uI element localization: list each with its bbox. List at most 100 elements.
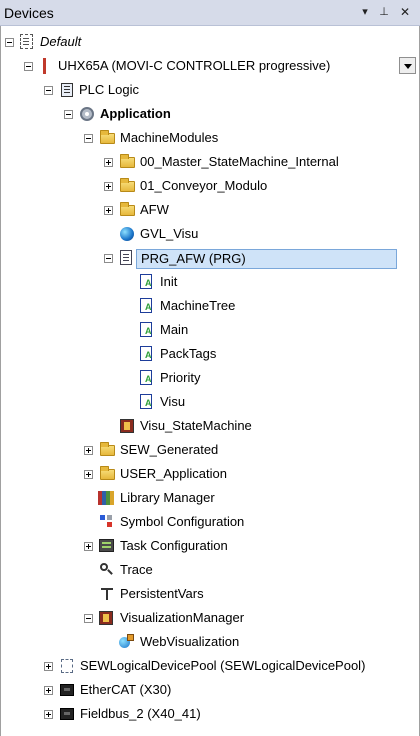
tree-node-label: MachineModules: [120, 130, 219, 145]
tree-node-label: Symbol Configuration: [120, 514, 245, 529]
tree-node-conveyor[interactable]: 01_Conveyor_Modulo: [0, 176, 400, 196]
folder-icon: [100, 130, 115, 144]
tree-node-label: Application: [100, 106, 171, 121]
tree-node-machine-tree[interactable]: MachineTree: [0, 296, 400, 316]
task-config-icon: [99, 539, 114, 552]
tree-node-main[interactable]: Main: [0, 320, 400, 340]
tree-node-label: Trace: [120, 562, 153, 577]
tree-node-label: PackTags: [160, 346, 217, 361]
visualization-manager-icon: [99, 611, 113, 625]
library-icon: [98, 491, 114, 505]
tree-node-plc-logic[interactable]: PLC Logic: [0, 80, 400, 100]
tree-node-label: EtherCAT (X30): [80, 682, 172, 697]
tree-node-visualization-manager[interactable]: VisualizationManager: [0, 608, 400, 628]
tree-node-label: WebVisualization: [140, 634, 240, 649]
tree-node-label: UHX65A (MOVI-C CONTROLLER progressive): [58, 58, 331, 73]
tree-node-pack-tags[interactable]: PackTags: [0, 344, 400, 364]
folder-icon: [120, 154, 135, 168]
dropdown-icon[interactable]: ▾: [358, 4, 372, 20]
collapse-icon[interactable]: [24, 62, 33, 71]
tree-node-symbol-configuration[interactable]: Symbol Configuration: [0, 512, 400, 532]
persistent-vars-icon: [100, 587, 114, 601]
action-icon: [140, 298, 152, 313]
tree-node-label: Main: [160, 322, 189, 337]
tree-node-sew-generated[interactable]: SEW_Generated: [0, 440, 400, 460]
tree-node-gvl-visu[interactable]: GVL_Visu: [0, 224, 400, 244]
tree-node-controller[interactable]: UHX65A (MOVI-C CONTROLLER progressive): [0, 56, 400, 76]
expand-icon[interactable]: [104, 158, 113, 167]
tree-node-task-configuration[interactable]: Task Configuration: [0, 536, 400, 556]
tree-node-library-manager[interactable]: Library Manager: [0, 488, 400, 508]
scroll-dropdown-button[interactable]: [399, 57, 416, 74]
tree-node-label: GVL_Visu: [140, 226, 199, 241]
collapse-icon[interactable]: [104, 254, 113, 263]
tree-node-machine-modules[interactable]: MachineModules: [0, 128, 400, 148]
network-device-icon: [60, 708, 74, 720]
application-gear-icon: [80, 107, 94, 121]
plc-logic-icon: [61, 83, 73, 97]
tree-node-sew-logical-device-pool[interactable]: SEWLogicalDevicePool (SEWLogicalDevicePo…: [0, 656, 410, 676]
tree-node-afw[interactable]: AFW: [0, 200, 400, 220]
expand-icon[interactable]: [44, 686, 53, 695]
tree-node-label-selected: PRG_AFW (PRG): [136, 249, 397, 269]
tree-node-label: MachineTree: [160, 298, 236, 313]
action-icon: [140, 322, 152, 337]
tree-node-prg-afw[interactable]: PRG_AFW (PRG): [0, 248, 400, 269]
tree-node-label: PLC Logic: [79, 82, 139, 97]
tree-node-label: 01_Conveyor_Modulo: [140, 178, 268, 193]
tree-node-user-application[interactable]: USER_Application: [0, 464, 400, 484]
tree-node-visu[interactable]: Visu: [0, 392, 400, 412]
controller-icon: [43, 58, 46, 74]
tree-node-label: Library Manager: [120, 490, 215, 505]
tree-node-fieldbus[interactable]: Fieldbus_2 (X40_41): [0, 704, 400, 724]
expand-icon[interactable]: [84, 542, 93, 551]
tree-node-visu-statemachine[interactable]: Visu_StateMachine: [0, 416, 400, 436]
tree-node-label: 00_Master_StateMachine_Internal: [140, 154, 339, 169]
folder-icon: [100, 442, 115, 456]
collapse-icon[interactable]: [84, 614, 93, 623]
devices-panel-titlebar: Devices ▾ ⊥ ✕: [0, 0, 420, 26]
close-icon[interactable]: ✕: [398, 4, 412, 20]
expand-icon[interactable]: [44, 662, 53, 671]
collapse-icon[interactable]: [64, 110, 73, 119]
expand-icon[interactable]: [84, 470, 93, 479]
tree-node-label: Default: [40, 34, 82, 49]
tree-node-label: Visu: [160, 394, 186, 409]
symbol-config-icon: [100, 515, 114, 529]
expand-icon[interactable]: [104, 206, 113, 215]
folder-icon: [100, 466, 115, 480]
logical-device-pool-icon: [61, 659, 73, 673]
pin-icon[interactable]: ⊥: [377, 4, 391, 20]
tree-node-label: USER_Application: [120, 466, 227, 481]
collapse-icon[interactable]: [5, 38, 14, 47]
tree-node-label: Init: [160, 274, 178, 289]
action-icon: [140, 274, 152, 289]
tree-node-persistent-vars[interactable]: PersistentVars: [0, 584, 400, 604]
tree-node-default[interactable]: Default: [0, 32, 395, 52]
tree-node-application[interactable]: Application: [0, 104, 400, 124]
tree-node-label: VisualizationManager: [120, 610, 245, 625]
trace-icon: [99, 562, 114, 577]
web-visualization-icon: [119, 634, 135, 649]
action-icon: [140, 394, 152, 409]
collapse-icon[interactable]: [44, 86, 53, 95]
network-device-icon: [60, 684, 74, 696]
globe-icon: [120, 227, 134, 241]
tree-node-priority[interactable]: Priority: [0, 368, 400, 388]
collapse-icon[interactable]: [84, 134, 93, 143]
tree-node-label: PersistentVars: [120, 586, 204, 601]
expand-icon[interactable]: [44, 710, 53, 719]
expand-icon[interactable]: [104, 182, 113, 191]
tree-node-trace[interactable]: Trace: [0, 560, 400, 580]
tree-node-init[interactable]: Init: [0, 272, 400, 292]
tree-node-label: SEW_Generated: [120, 442, 219, 457]
tree-node-web-visualization[interactable]: WebVisualization: [0, 632, 400, 652]
tree-node-master-state[interactable]: 00_Master_StateMachine_Internal: [0, 152, 400, 172]
default-device-icon: [20, 34, 33, 49]
folder-icon: [120, 202, 135, 216]
folder-icon: [120, 178, 135, 192]
tree-node-ethercat[interactable]: EtherCAT (X30): [0, 680, 400, 700]
tree-node-label: AFW: [140, 202, 169, 217]
action-icon: [140, 346, 152, 361]
expand-icon[interactable]: [84, 446, 93, 455]
